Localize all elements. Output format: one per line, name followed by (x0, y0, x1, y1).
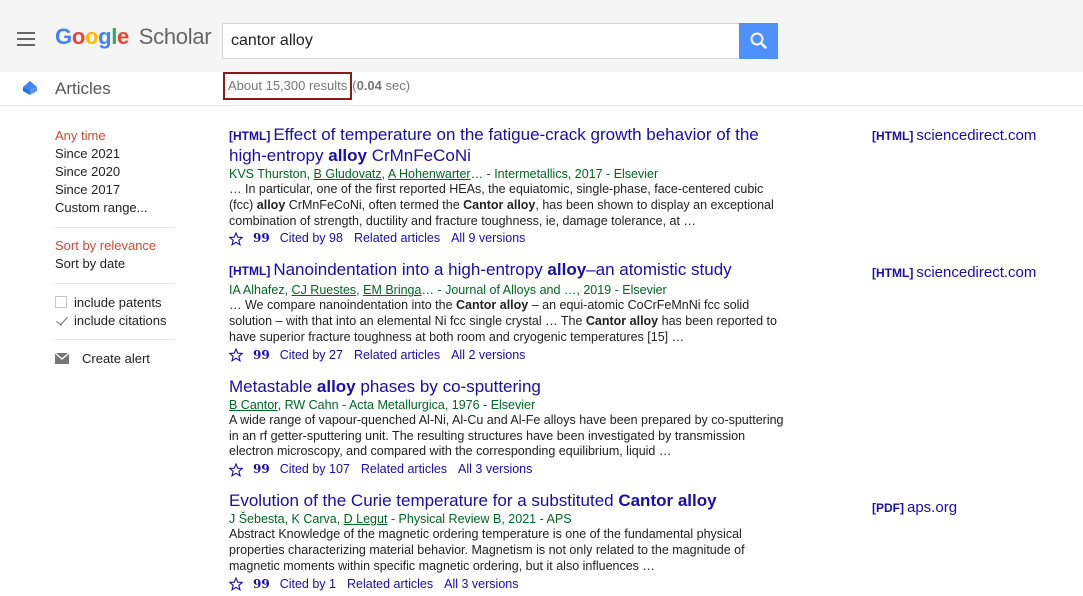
divider (55, 227, 175, 228)
results-count-highlight: About 15,300 results (223, 72, 353, 100)
result-title-link[interactable]: Evolution of the Curie temperature for a… (229, 491, 789, 510)
result-authors: KVS Thurston, B Gludovatz, A Hohenwarter… (229, 167, 659, 181)
cited-by-link[interactable]: Cited by 27 (280, 347, 343, 364)
include-citations-label: include citations (74, 312, 167, 328)
result-title-link[interactable]: [HTML] Effect of temperature on the fatig… (229, 125, 789, 165)
search-input[interactable] (223, 24, 743, 58)
header: Google Scholar (0, 0, 1083, 72)
filter-custom-range[interactable]: Custom range... (55, 199, 180, 217)
logo-google-text: Google (55, 24, 129, 49)
fulltext-link[interactable]: [PDF] aps.org (872, 499, 957, 516)
cited-by-link[interactable]: Cited by 107 (280, 461, 350, 478)
section-title: Articles (55, 79, 111, 98)
create-alert-label: Create alert (82, 350, 150, 366)
cited-by-link[interactable]: Cited by 98 (280, 230, 343, 247)
divider (55, 339, 175, 340)
result-actions: 99 Cited by 27 Related articles All 2 ve… (229, 347, 789, 364)
author-link[interactable]: B Gludovatz (314, 167, 382, 181)
related-articles-link[interactable]: Related articles (354, 347, 440, 364)
star-icon[interactable] (229, 348, 243, 363)
related-articles-link[interactable]: Related articles (347, 576, 433, 593)
result-snippet: A wide range of vapour-quenched Al-Ni, A… (229, 412, 784, 459)
sort-by-date[interactable]: Sort by date (55, 255, 180, 273)
author-link[interactable]: D Legut (344, 512, 388, 526)
author-link[interactable]: B Cantor (229, 398, 278, 412)
result-snippet: … We compare nanoindentation into the Ca… (229, 298, 777, 344)
search-box (222, 23, 778, 59)
sidebar: Any time Since 2021 Since 2020 Since 201… (55, 127, 180, 367)
include-citations-option[interactable]: include citations (55, 311, 180, 329)
search-button[interactable] (739, 23, 778, 59)
result-actions: 99 Cited by 98 Related articles All 9 ve… (229, 230, 789, 247)
result-actions: 99 Cited by 107 Related articles All 3 v… (229, 461, 789, 478)
result-title-link[interactable]: [HTML] Nanoindentation into a high-entrop… (229, 260, 789, 281)
create-alert-button[interactable]: Create alert (55, 349, 180, 367)
filter-since-2021[interactable]: Since 2021 (55, 145, 180, 163)
fulltext-link[interactable]: [HTML] sciencedirect.com (872, 127, 1036, 144)
envelope-icon (55, 352, 69, 364)
include-citations-checkbox[interactable] (55, 314, 67, 326)
related-articles-link[interactable]: Related articles (361, 461, 447, 478)
subheader: Articles About 15,300 results (0.04 sec) (0, 72, 1083, 106)
cited-by-link[interactable]: Cited by 1 (280, 576, 336, 593)
related-articles-link[interactable]: Related articles (354, 230, 440, 247)
result-snippet: Abstract Knowledge of the magnetic order… (229, 527, 745, 573)
cite-icon[interactable]: 99 (253, 576, 270, 593)
author-link[interactable]: EM Bringa (363, 283, 421, 297)
result-snippet: … In particular, one of the first report… (229, 182, 774, 228)
star-icon[interactable] (229, 231, 243, 246)
result-authors: B Cantor, RW Cahn - Acta Metallurgica, 1… (229, 397, 536, 412)
filter-any-time[interactable]: Any time (55, 127, 180, 145)
fulltext-link[interactable]: [HTML] sciencedirect.com (872, 264, 1036, 281)
results-list: [HTML] Effect of temperature on the fatig… (229, 125, 789, 596)
filter-since-2017[interactable]: Since 2017 (55, 181, 180, 199)
articles-icon (23, 81, 37, 95)
cite-icon[interactable]: 99 (253, 347, 270, 364)
filter-since-2020[interactable]: Since 2020 (55, 163, 180, 181)
sort-by-relevance[interactable]: Sort by relevance (55, 237, 180, 255)
result-item: Evolution of the Curie temperature for a… (229, 491, 789, 592)
result-item: [HTML] Nanoindentation into a high-entrop… (229, 260, 789, 363)
result-actions: 99 Cited by 1 Related articles All 3 ver… (229, 576, 789, 593)
include-patents-option[interactable]: include patents (55, 293, 180, 311)
divider (55, 283, 175, 284)
result-item: Metastable alloy phases by co-sputtering… (229, 377, 789, 478)
include-patents-label: include patents (74, 294, 162, 310)
all-versions-link[interactable]: All 3 versions (444, 576, 518, 593)
result-authors: J Šebesta, K Carva, D Legut - Physical R… (229, 512, 572, 527)
result-title-link[interactable]: Metastable alloy phases by co-sputtering (229, 377, 789, 396)
logo-scholar-text: Scholar (138, 24, 212, 49)
cite-icon[interactable]: 99 (253, 230, 270, 247)
result-authors: IA Alhafez, CJ Ruestes, EM Bringa… - Jou… (229, 283, 667, 298)
cite-icon[interactable]: 99 (253, 461, 270, 478)
all-versions-link[interactable]: All 2 versions (451, 347, 525, 364)
author-link[interactable]: A Hohenwarter (388, 167, 471, 181)
author-link[interactable]: CJ Ruestes (292, 283, 357, 297)
star-icon[interactable] (229, 462, 243, 477)
search-time: 0.04 (356, 78, 382, 93)
menu-icon[interactable] (16, 31, 38, 47)
all-versions-link[interactable]: All 9 versions (451, 230, 525, 247)
results-count: About 15,300 results (0.04 sec) (223, 72, 410, 100)
all-versions-link[interactable]: All 3 versions (458, 461, 532, 478)
google-scholar-logo[interactable]: Google Scholar (55, 24, 212, 50)
star-icon[interactable] (229, 577, 243, 592)
search-icon (750, 32, 767, 49)
result-item: [HTML] Effect of temperature on the fatig… (229, 125, 789, 247)
include-patents-checkbox[interactable] (55, 296, 67, 308)
